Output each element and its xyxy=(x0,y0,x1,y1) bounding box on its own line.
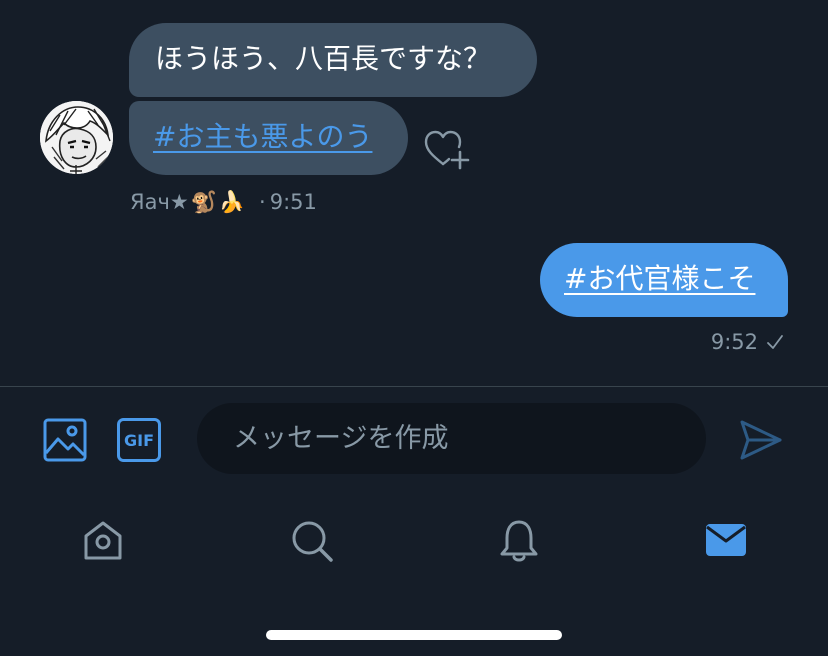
message-input[interactable] xyxy=(231,422,672,455)
add-gif-button[interactable]: GIF xyxy=(116,417,162,463)
home-icon xyxy=(84,521,122,560)
banana-emoji: 🍌 xyxy=(218,189,246,214)
monkey-emoji: 🐒 xyxy=(190,189,217,214)
tab-home[interactable] xyxy=(80,518,126,564)
incoming-message-bubble[interactable]: #お主も悪よのう xyxy=(129,101,408,175)
message-text: ほうほう、八百長ですな？ xyxy=(155,42,492,75)
message-timestamp: 9:52 xyxy=(710,330,758,354)
tab-search[interactable] xyxy=(289,518,335,564)
incoming-message-bubble[interactable]: ほうほう、八百長ですな？ xyxy=(129,23,537,97)
tab-messages[interactable] xyxy=(704,519,748,561)
gif-icon: GIF xyxy=(117,418,161,462)
envelope-icon xyxy=(706,524,746,556)
hashtag-link[interactable]: #お主も悪よのう xyxy=(153,120,372,153)
like-message-button[interactable] xyxy=(423,128,471,172)
bell-icon xyxy=(500,520,538,562)
sender-name[interactable]: Яач★ xyxy=(130,190,189,214)
image-icon xyxy=(43,418,87,462)
message-timestamp: 9:51 xyxy=(269,190,317,214)
hashtag-link[interactable]: #お代官様こそ xyxy=(564,262,755,295)
gif-label: GIF xyxy=(124,431,154,450)
avatar[interactable] xyxy=(40,101,113,174)
home-indicator[interactable] xyxy=(266,630,562,640)
outgoing-message-meta: 9:52 xyxy=(711,330,784,354)
incoming-message-meta: Яач★ 🐒 🍌 · 9:51 xyxy=(130,188,317,216)
composer-divider xyxy=(0,386,828,387)
checkmark-icon xyxy=(767,335,783,349)
tab-notifications[interactable] xyxy=(496,518,542,564)
search-icon xyxy=(292,521,333,562)
separator-dot: · xyxy=(259,190,266,214)
send-button[interactable] xyxy=(738,418,784,462)
send-icon xyxy=(740,420,782,460)
avatar-illustration xyxy=(40,101,113,174)
message-composer[interactable] xyxy=(197,403,706,474)
add-photo-button[interactable] xyxy=(42,417,88,463)
heart-plus-icon xyxy=(424,130,470,170)
outgoing-message-bubble[interactable]: #お代官様こそ xyxy=(540,243,788,317)
